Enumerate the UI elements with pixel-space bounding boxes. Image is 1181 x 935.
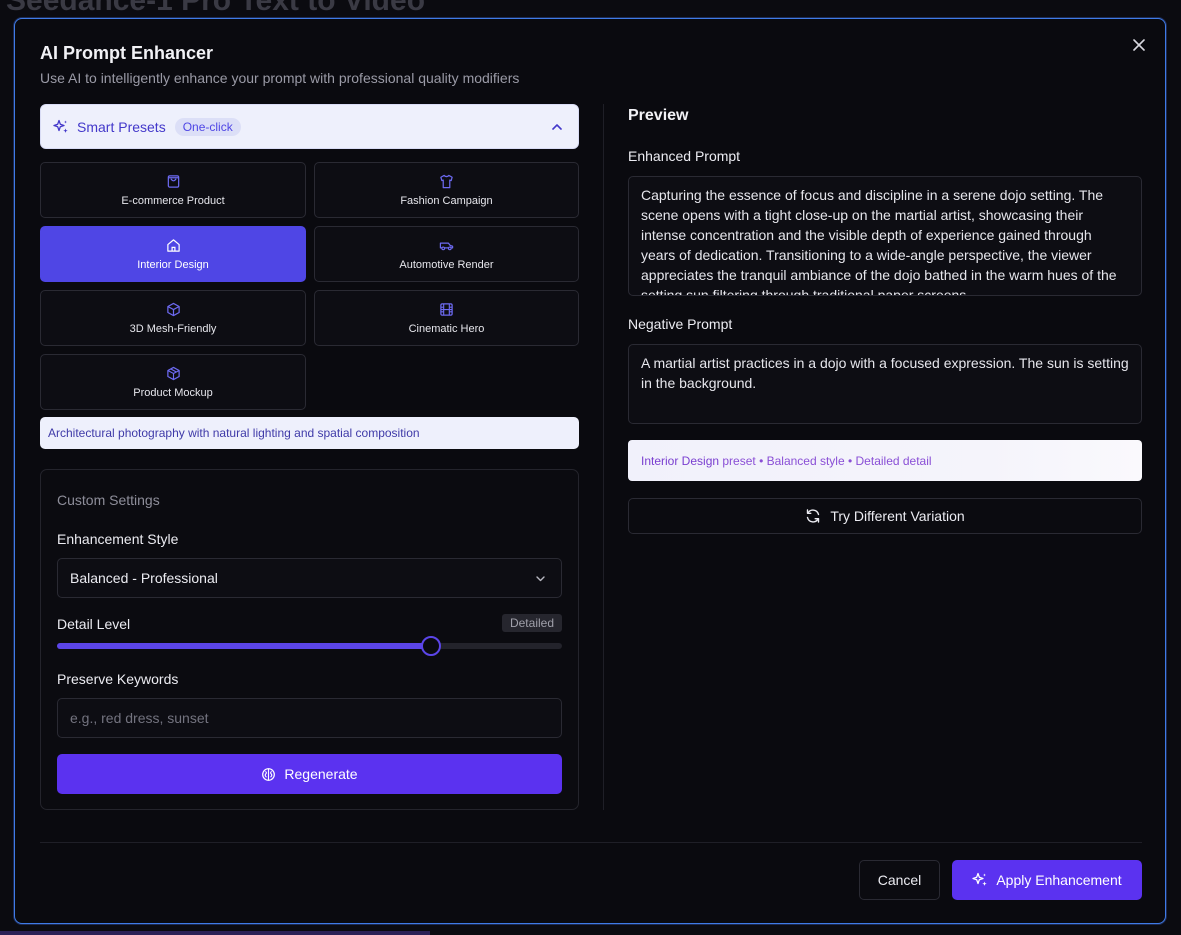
enhancement-style-select[interactable]: Balanced - Professional: [57, 558, 562, 598]
slider-thumb[interactable]: [420, 636, 441, 656]
negative-prompt-label: Negative Prompt: [628, 316, 733, 332]
preview-title: Preview: [628, 107, 689, 124]
background-progress-bar: [0, 931, 430, 935]
detail-level-slider[interactable]: [57, 636, 562, 656]
cube-icon: [166, 302, 180, 316]
brain-icon: [262, 767, 276, 781]
preset-cinematic-hero[interactable]: Cinematic Hero: [314, 290, 579, 346]
home-icon: [166, 238, 180, 252]
dialog-subtitle: Use AI to intelligently enhance your pro…: [40, 70, 520, 86]
negative-prompt-textbox[interactable]: A martial artist practices in a dojo wit…: [628, 344, 1142, 424]
preset-automotive-render[interactable]: Automotive Render: [314, 226, 579, 282]
sparkles-icon: [53, 119, 68, 133]
try-different-variation-label: Try Different Variation: [830, 508, 965, 524]
preset-label: Interior Design: [137, 258, 209, 271]
enhancement-summary: Interior Design preset • Balanced style …: [628, 440, 1142, 481]
preserve-keywords-label: Preserve Keywords: [57, 671, 179, 687]
sparkles-icon: [972, 872, 988, 886]
background-page-title: Seedance-1 Pro Text to Video: [6, 0, 426, 17]
preset-label: E-commerce Product: [121, 194, 225, 207]
custom-settings-title: Custom Settings: [57, 492, 160, 508]
dialog-title: AI Prompt Enhancer: [40, 43, 214, 63]
preserve-keywords-input[interactable]: [57, 698, 562, 738]
slider-fill: [57, 643, 431, 649]
footer-divider: [40, 842, 1142, 843]
smart-presets-toggle[interactable]: Smart Presets One-click: [40, 104, 579, 149]
close-button[interactable]: [1129, 35, 1149, 55]
custom-settings-panel: Custom Settings Enhancement Style Balanc…: [40, 469, 579, 810]
enhancement-style-label: Enhancement Style: [57, 531, 179, 547]
preset-ecommerce-product[interactable]: E-commerce Product: [40, 162, 306, 218]
enhanced-prompt-textbox[interactable]: Capturing the essence of focus and disci…: [628, 176, 1142, 296]
preset-label: 3D Mesh-Friendly: [129, 322, 217, 335]
preset-label: Product Mockup: [133, 386, 213, 399]
chevron-up-icon: [552, 124, 562, 130]
preset-3d-mesh-friendly[interactable]: 3D Mesh-Friendly: [40, 290, 306, 346]
cancel-button[interactable]: Cancel: [859, 860, 940, 900]
chevron-down-icon: [536, 576, 545, 582]
preset-product-mockup[interactable]: Product Mockup: [40, 354, 306, 410]
refresh-icon: [807, 509, 820, 523]
preset-label: Cinematic Hero: [408, 322, 485, 335]
summary-preset-name: Interior Design: [641, 453, 720, 468]
preset-description: Architectural photography with natural l…: [40, 417, 579, 449]
film-icon: [440, 302, 453, 316]
close-icon: [1133, 39, 1145, 51]
prompt-enhancer-dialog: AI Prompt Enhancer Use AI to intelligent…: [14, 18, 1166, 924]
apply-enhancement-button[interactable]: Apply Enhancement: [952, 860, 1142, 900]
shopping-bag-icon: [167, 174, 179, 188]
shirt-icon: [440, 174, 453, 188]
column-divider: [603, 104, 604, 810]
preset-label: Fashion Campaign: [400, 194, 493, 207]
apply-enhancement-label: Apply Enhancement: [996, 872, 1122, 888]
preset-fashion-campaign[interactable]: Fashion Campaign: [314, 162, 579, 218]
enhanced-prompt-label: Enhanced Prompt: [628, 148, 741, 164]
try-different-variation-button[interactable]: Try Different Variation: [628, 498, 1142, 534]
enhancement-style-value: Balanced - Professional: [70, 570, 218, 586]
detail-level-label: Detail Level: [57, 616, 131, 632]
regenerate-label: Regenerate: [284, 766, 358, 782]
package-icon: [166, 366, 180, 380]
summary-details: preset • Balanced style • Detailed detai…: [719, 453, 932, 468]
detail-level-badge: Detailed: [501, 614, 562, 632]
preset-label: Automotive Render: [399, 258, 494, 271]
regenerate-button[interactable]: Regenerate: [57, 754, 562, 794]
preset-grid: E-commerce Product Fashion Campaign Inte…: [40, 162, 579, 410]
smart-presets-title: Smart Presets: [77, 118, 166, 135]
one-click-badge: One-click: [174, 117, 241, 136]
car-icon: [439, 242, 454, 250]
preset-interior-design[interactable]: Interior Design: [40, 226, 306, 282]
